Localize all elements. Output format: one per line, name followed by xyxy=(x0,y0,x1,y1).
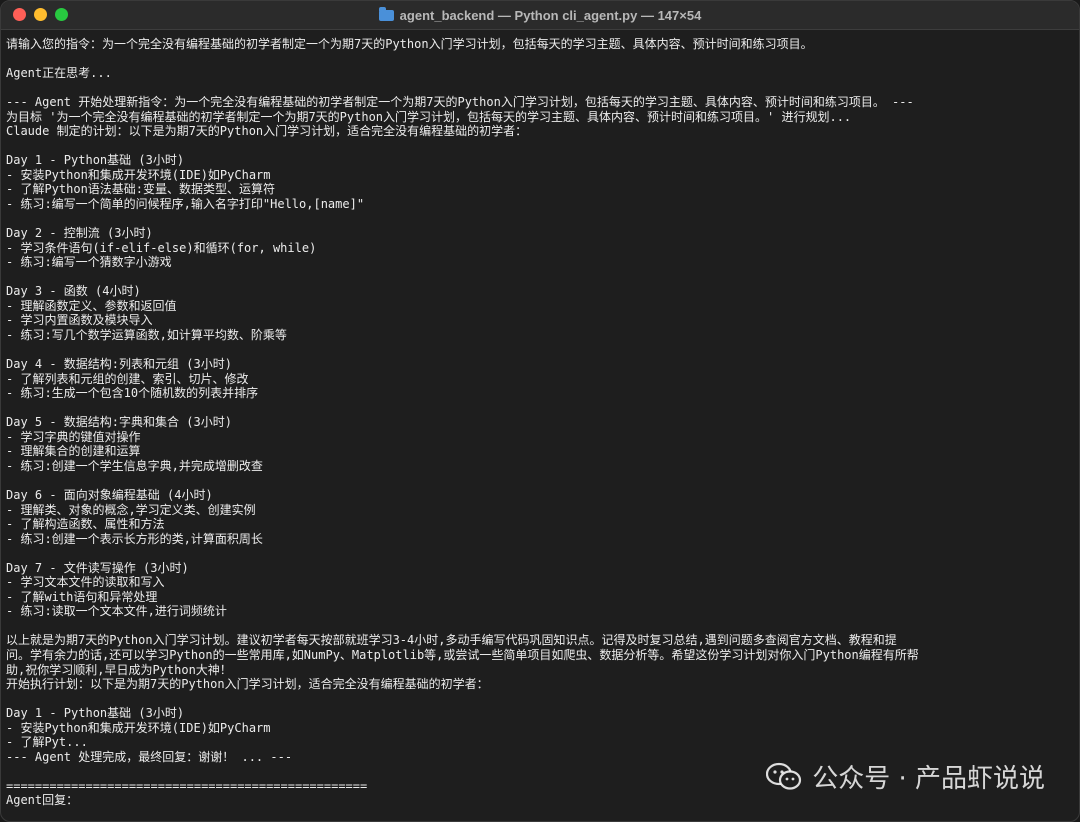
terminal-line: Day 7 - 文件读写操作 (3小时) xyxy=(6,560,189,575)
terminal-line: - 学习字典的键值对操作 xyxy=(6,429,141,444)
terminal-line: --- Agent 开始处理新指令：为一个完全没有编程基础的初学者制定一个为期7… xyxy=(6,95,914,110)
terminal-line: - 练习:生成一个包含10个随机数的列表并排序 xyxy=(6,386,259,401)
minimize-window-button[interactable] xyxy=(34,8,47,21)
terminal-line: Day 5 - 数据结构:字典和集合 (3小时) xyxy=(6,415,232,430)
terminal-line: 开始执行计划：以下是为期7天的Python入门学习计划，适合完全没有编程基础的初… xyxy=(6,677,489,692)
terminal-line: - 学习内置函数及模块导入 xyxy=(6,313,153,328)
terminal-line: - 学习文本文件的读取和写入 xyxy=(6,575,165,590)
terminal-line: Day 1 - Python基础 (3小时) xyxy=(6,706,185,721)
terminal-line: - 了解构造函数、属性和方法 xyxy=(6,517,165,532)
window-title-group: agent_backend — Python cli_agent.py — 14… xyxy=(378,6,702,23)
maximize-window-button[interactable] xyxy=(55,8,68,21)
window-title: agent_backend — Python cli_agent.py — 14… xyxy=(399,7,702,23)
terminal-line: - 理解集合的创建和运算 xyxy=(6,444,141,459)
terminal-line: Agent回复： xyxy=(6,793,79,808)
terminal-line: - 练习:编写一个简单的问候程序,输入名字打印"Hello,[name]" xyxy=(6,197,365,212)
terminal-line: 以上就是为期7天的Python入门学习计划。建议初学者每天按部就班学习3-4小时… xyxy=(6,633,897,648)
terminal-line: - 理解类、对象的概念,学习定义类、创建实例 xyxy=(6,502,256,517)
terminal-line: - 了解with语句和异常处理 xyxy=(6,589,158,604)
terminal-window: agent_backend — Python cli_agent.py — 14… xyxy=(0,0,1080,822)
terminal-line: - 了解列表和元组的创建、索引、切片、修改 xyxy=(6,371,249,386)
terminal-line: - 了解Pyt... xyxy=(6,735,88,750)
title-bar[interactable]: agent_backend — Python cli_agent.py — 14… xyxy=(1,1,1079,30)
terminal-line: - 练习:创建一个表示长方形的类,计算面积周长 xyxy=(6,531,263,546)
close-window-button[interactable] xyxy=(13,8,26,21)
folder-icon xyxy=(378,6,394,21)
terminal-line: - 练习:编写一个猜数字小游戏 xyxy=(6,255,172,270)
wechat-icon xyxy=(766,762,802,792)
watermark: 公众号 · 产品虾说说 xyxy=(766,758,1045,795)
terminal-line: 助,祝你学习顺利,早日成为Python大神！ xyxy=(6,662,232,677)
terminal-line: - 练习:读取一个文本文件,进行词频统计 xyxy=(6,604,227,619)
window-controls xyxy=(13,8,68,21)
terminal-line: 为目标 '为一个完全没有编程基础的初学者制定一个为期7天的Python入门学习计… xyxy=(6,109,852,124)
terminal-line: Day 2 - 控制流 (3小时) xyxy=(6,226,153,241)
terminal-line: - 了解Python语法基础:变量、数据类型、运算符 xyxy=(6,182,276,197)
terminal-line: Day 6 - 面向对象编程基础 (4小时) xyxy=(6,487,213,502)
terminal-line: - 练习:写几个数学运算函数,如计算平均数、阶乘等 xyxy=(6,327,287,342)
terminal-line: - 学习条件语句(if-elif-else)和循环(for, while) xyxy=(6,240,317,255)
terminal-line: - 练习:创建一个学生信息字典,并完成增删改查 xyxy=(6,458,263,473)
terminal-line: Claude 制定的计划：以下是为期7天的Python入门学习计划，适合完全没有… xyxy=(6,124,528,139)
terminal-line: - 安装Python和集成开发环境(IDE)如PyCharm xyxy=(6,167,271,182)
watermark-text: 公众号 · 产品虾说说 xyxy=(812,764,1045,794)
terminal-line: Agent正在思考... xyxy=(6,66,112,81)
terminal-line: 请输入您的指令：为一个完全没有编程基础的初学者制定一个为期7天的Python入门… xyxy=(6,37,813,51)
terminal-line: Day 1 - Python基础 (3小时) xyxy=(6,153,185,168)
terminal-line: 问。学有余力的话,还可以学习Python的一些常用库,如NumPy、Matplo… xyxy=(6,647,919,662)
terminal-line: Day 4 - 数据结构:列表和元组 (3小时) xyxy=(6,357,232,372)
terminal-line: - 安装Python和集成开发环境(IDE)如PyCharm xyxy=(6,720,271,735)
terminal-output[interactable]: 请输入您的指令：为一个完全没有编程基础的初学者制定一个为期7天的Python入门… xyxy=(6,37,1071,821)
terminal-line: Day 3 - 函数 (4小时) xyxy=(6,284,141,299)
terminal-line: - 理解函数定义、参数和返回值 xyxy=(6,298,177,313)
